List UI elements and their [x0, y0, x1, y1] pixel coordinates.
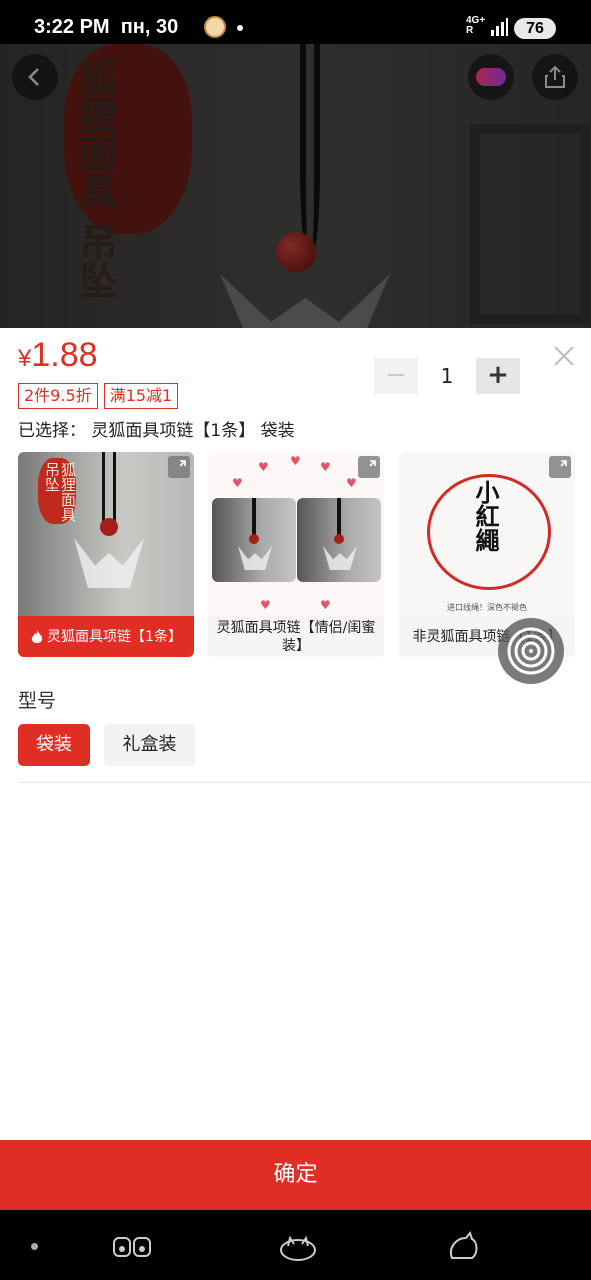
close-icon[interactable]: [552, 344, 576, 368]
bead-graphic: [100, 518, 118, 536]
fox-pendant-graphic: [74, 538, 144, 588]
seal-graphic: 狐狸面具吊坠: [38, 458, 77, 524]
heart-icon: ♥: [320, 598, 331, 612]
share-icon: [545, 65, 565, 88]
share-button[interactable]: [532, 54, 578, 100]
nav-dot-icon[interactable]: [31, 1243, 38, 1250]
price: ¥1.88: [18, 336, 98, 374]
heart-icon: ♥: [346, 476, 357, 490]
signal-icon: [491, 18, 508, 36]
expand-icon[interactable]: [358, 456, 380, 478]
red-string-title: 小紅繩: [471, 480, 500, 552]
cat-home-nav-icon[interactable]: [278, 1230, 318, 1262]
promo-tags: 2件9.5折 满15减1: [18, 383, 179, 409]
battery-indicator: 76: [514, 18, 556, 39]
red-string-note: 进口线绳！深色不褪色: [447, 603, 527, 612]
increase-quantity-button[interactable]: +: [476, 358, 520, 394]
cat-back-nav-icon[interactable]: [444, 1230, 484, 1262]
notification-dot-icon: [237, 25, 243, 31]
variant-card-couple[interactable]: ♥ ♥ ♥ ♥ ♥ ♥ ♥ 灵狐面具项链【情侣/闺蜜装】: [208, 452, 384, 657]
status-bar: 3:22 PM пн, 30 4G+ R 76: [0, 0, 591, 44]
heart-icon: ♥: [320, 460, 331, 474]
sku-selection-sheet: ¥1.88 2件9.5折 满15减1 − 1 + 已选择： 灵狐面具项链【1条】…: [0, 328, 591, 1210]
back-button[interactable]: [12, 54, 58, 100]
heart-icon: ♥: [290, 454, 301, 468]
variant-label: 灵狐面具项链【情侣/闺蜜装】: [216, 619, 376, 654]
network-type: 4G+ R: [466, 15, 486, 36]
paws-nav-icon[interactable]: [112, 1230, 152, 1262]
promo-tag: 满15减1: [103, 383, 179, 409]
promo-tag: 2件9.5折: [18, 383, 98, 409]
expand-icon[interactable]: [168, 456, 190, 478]
photo-thumbnail: [212, 498, 296, 582]
status-time: 3:22 PM пн, 30: [34, 16, 179, 38]
heart-icon: ♥: [258, 460, 269, 474]
brand-logo-icon: [476, 68, 506, 86]
heart-icon: ♥: [232, 476, 243, 490]
target-icon: [507, 627, 555, 675]
confirm-button[interactable]: 确定: [0, 1140, 591, 1210]
chevron-left-icon: [28, 68, 39, 86]
heart-icon: ♥: [260, 598, 271, 612]
variant-label: 灵狐面具项链【1条】: [18, 616, 194, 657]
floating-assist-button[interactable]: [498, 618, 564, 684]
flame-icon: [31, 629, 43, 643]
option-bag[interactable]: 袋装: [18, 724, 90, 766]
cord-graphic: [102, 452, 116, 522]
quantity-value[interactable]: 1: [418, 358, 476, 394]
model-section-title: 型号: [18, 690, 57, 712]
quantity-stepper: − 1 +: [374, 358, 520, 394]
brand-button[interactable]: [468, 54, 514, 100]
expand-icon[interactable]: [549, 456, 571, 478]
decrease-quantity-button[interactable]: −: [374, 358, 418, 394]
option-gift-box[interactable]: 礼盒装: [104, 724, 195, 766]
photo-thumbnail: [297, 498, 381, 582]
selected-summary: 已选择： 灵狐面具项链【1条】 袋装: [18, 421, 295, 441]
divider: [18, 782, 591, 783]
notification-emoji-icon: [204, 16, 226, 38]
variant-card-single[interactable]: 狐狸面具吊坠 灵狐面具项链【1条】: [18, 452, 194, 657]
